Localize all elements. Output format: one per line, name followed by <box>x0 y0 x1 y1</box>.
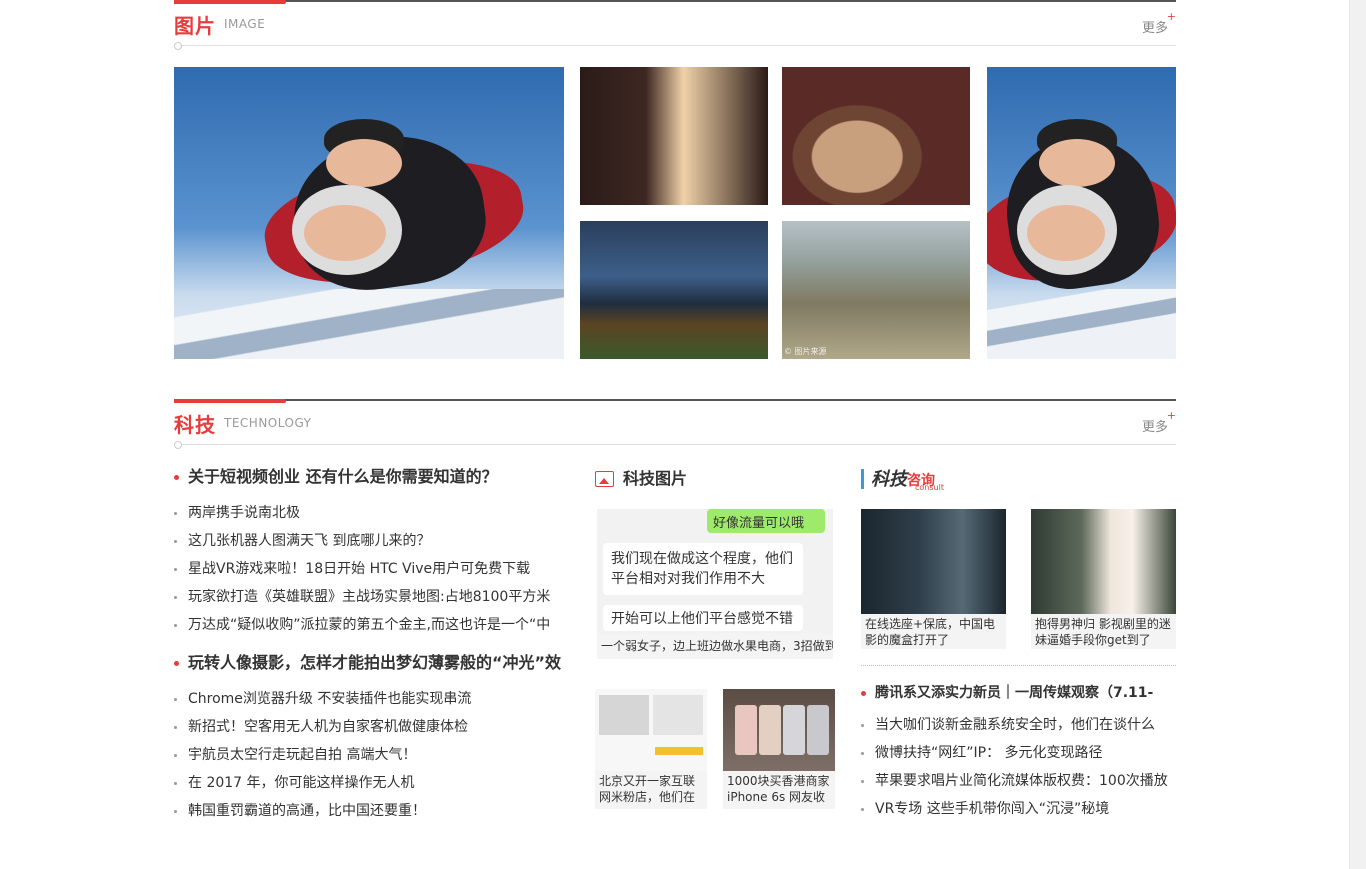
section-dot <box>174 42 182 50</box>
tech-consult-title-bar: 科技咨询 consult <box>861 465 1176 493</box>
card-caption: 1000块买香港商家iPhone 6s 网友收 <box>723 771 835 809</box>
list-item[interactable]: 韩国重罚霸道的高通，比中国还要重！ <box>174 797 574 825</box>
list-item[interactable]: 星战VR游戏来啦！18日开始 HTC Vive用户可免费下载 <box>174 555 574 583</box>
tech-images-column: 科技图片 好像流量可以哦 我们现在做成这个程度，他们平台相对对我们作用不大 开始… <box>595 465 835 809</box>
alpaca-photo[interactable]: © 图片来源 <box>782 221 970 359</box>
ice-cream-photo[interactable] <box>782 67 970 205</box>
tech-headline[interactable]: 关于短视频创业 还有什么是你需要知道的？ <box>174 467 574 487</box>
tech-section-title: 科技 <box>174 413 216 437</box>
phone-screen-card[interactable]: 北京又开一家互联网米粉店，他们在 <box>595 689 707 809</box>
tech-more-link[interactable]: 更多 <box>1142 416 1168 435</box>
section-accent-bar <box>174 0 286 4</box>
title-accent-bar <box>861 469 864 489</box>
list-item[interactable]: 万达成“疑似收购”派拉蒙的第五个金主,而这也许是一个“中 <box>174 611 574 639</box>
divider <box>861 665 1176 666</box>
card-caption: 抱得男神归 影视剧里的迷妹逼婚手段你get到了 <box>1031 614 1176 649</box>
image-section-subtitle: IMAGE <box>224 17 266 31</box>
list-item[interactable]: 新招式！空客用无人机为自家客机做健康体检 <box>174 713 574 741</box>
list-item[interactable]: 两岸携手说南北极 <box>174 499 574 527</box>
list-item[interactable]: 玩家欲打造《英雄联盟》主战场实景地图:占地8100平方米 <box>174 583 574 611</box>
list-item[interactable]: 在 2017 年，你可能这样操作无人机 <box>174 769 574 797</box>
tech-images-title: 科技图片 <box>623 469 688 488</box>
section-accent-bar <box>174 399 286 403</box>
list-item[interactable]: 苹果要求唱片业简化流媒体版权费：100次播放 <box>861 767 1176 795</box>
consult-news-list: 当大咖们谈新金融系统安全时，他们在谈什么 微博扶持“网红”IP： 多元化变现路径… <box>861 711 1176 823</box>
tech-headline[interactable]: 玩转人像摄影，怎样才能拍出梦幻薄雾般的“冲光”效 <box>174 653 574 673</box>
tech-consult-column: 科技咨询 consult 在线选座+保底，中国电影的魔盒打开了 抱得男神归 影视… <box>861 465 1176 817</box>
list-item[interactable]: 当大咖们谈新金融系统安全时，他们在谈什么 <box>861 711 1176 739</box>
chat-bubble: 好像流量可以哦 <box>707 509 825 533</box>
list-item[interactable]: VR专场 这些手机带你闯入“沉浸”秘境 <box>861 795 1176 823</box>
tech-images-title-bar: 科技图片 <box>595 465 835 493</box>
page-scrollbar[interactable] <box>1349 0 1366 869</box>
chat-bubble: 我们现在做成这个程度，他们平台相对对我们作用不大 <box>603 543 803 595</box>
chat-screenshot-card[interactable]: 好像流量可以哦 我们现在做成这个程度，他们平台相对对我们作用不大 开始可以上他们… <box>597 509 833 659</box>
tech-news-list: 两岸携手说南北极 这几张机器人图满天飞 到底哪儿来的？ 星战VR游戏来啦！18日… <box>174 499 574 639</box>
list-item[interactable]: 微博扶持“网红”IP： 多元化变现路径 <box>861 739 1176 767</box>
photo-watermark: © 图片来源 <box>784 347 827 356</box>
drama-photo-card[interactable]: 抱得男神归 影视剧里的迷妹逼婚手段你get到了 <box>1031 509 1176 649</box>
tech-news-list: Chrome浏览器升级 不安装插件也能实现串流 新招式！空客用无人机为自家客机做… <box>174 685 574 825</box>
picture-icon <box>595 471 614 487</box>
plus-icon: + <box>1166 409 1176 422</box>
card-caption: 北京又开一家互联网米粉店，他们在 <box>595 771 707 809</box>
tech-consult-logo: 科技 <box>871 469 907 490</box>
card-caption: 一个弱女子，边上班边做水果电商，3招做到 <box>597 633 833 659</box>
tech-section-subtitle: TECHNOLOGY <box>224 416 312 430</box>
image-section-header: 图片 IMAGE 更多 + <box>174 0 1176 50</box>
tech-news-column: 关于短视频创业 还有什么是你需要知道的？ 两岸携手说南北极 这几张机器人图满天飞… <box>174 465 574 825</box>
card-caption: 在线选座+保底，中国电影的魔盒打开了 <box>861 614 1006 649</box>
image-more-link[interactable]: 更多 <box>1142 17 1168 36</box>
section-dot <box>174 441 182 449</box>
celebrity-couple-photo[interactable] <box>580 67 768 205</box>
list-item[interactable]: Chrome浏览器升级 不安装插件也能实现串流 <box>174 685 574 713</box>
tech-consult-logo-sub: consult <box>915 483 944 492</box>
tech-section-header: 科技 TECHNOLOGY 更多 + <box>174 399 1176 449</box>
iphone-photo-card[interactable]: 1000块买香港商家iPhone 6s 网友收 <box>723 689 835 809</box>
list-item[interactable]: 宇航员太空行走玩起自拍 高端大气！ <box>174 741 574 769</box>
movie-photo-card[interactable]: 在线选座+保底，中国电影的魔盒打开了 <box>861 509 1006 649</box>
image-grid: © 图片来源 <box>174 67 1176 359</box>
consult-headline[interactable]: 腾讯系又添实力新员｜一周传媒观察（7.11- <box>861 683 1176 703</box>
skydiving-photo-large[interactable] <box>174 67 564 359</box>
content-wrapper: 图片 IMAGE 更多 + © 图片来源 科技 TECHNOLOGY 更多 + … <box>174 0 1176 865</box>
image-section-title: 图片 <box>174 14 216 38</box>
tech-section-body: 关于短视频创业 还有什么是你需要知道的？ 两岸携手说南北极 这几张机器人图满天飞… <box>174 465 1176 865</box>
skydiving-photo-small[interactable] <box>987 67 1176 359</box>
chat-bubble: 开始可以上他们平台感觉不错 <box>603 605 803 631</box>
list-item[interactable]: 这几张机器人图满天飞 到底哪儿来的？ <box>174 527 574 555</box>
city-night-photo[interactable] <box>580 221 768 359</box>
plus-icon: + <box>1166 10 1176 23</box>
